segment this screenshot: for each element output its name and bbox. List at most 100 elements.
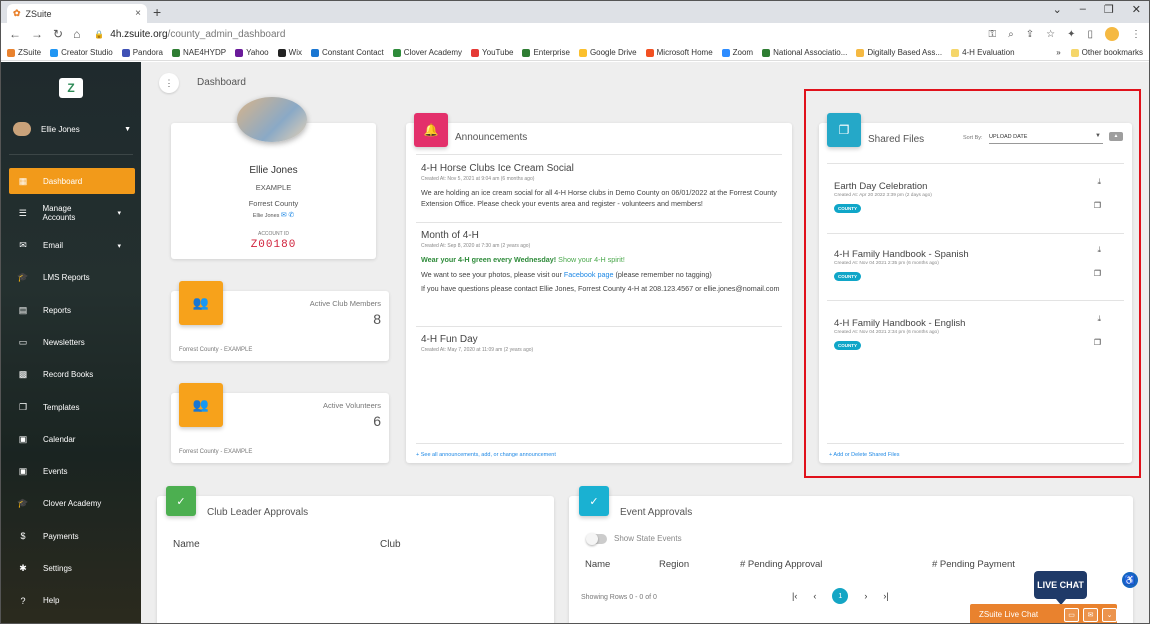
other-bookmarks-folder[interactable]: Other bookmarks — [1070, 48, 1143, 57]
tab-close-icon[interactable]: × — [135, 8, 141, 19]
bookmark-item[interactable]: Yahoo — [235, 48, 269, 57]
bookmark-favicon-icon — [471, 48, 480, 57]
sort-select[interactable]: UPLOAD DATE ▼ — [989, 131, 1103, 144]
bookmark-item[interactable]: Constant Contact — [310, 48, 384, 57]
sidebar-item-calendar[interactable]: ▣ Calendar — [9, 426, 135, 452]
announcement-title: 4-H Fun Day — [421, 334, 478, 345]
url-host: 4h.zsuite.org — [110, 28, 168, 40]
show-state-events-toggle[interactable] — [586, 533, 607, 545]
announcement-item[interactable]: 4-H Horse Clubs Ice Cream Social Created… — [421, 163, 787, 209]
copy-icon[interactable]: ❐ — [1094, 269, 1101, 278]
sidebar-item-events[interactable]: ▣ Events — [9, 459, 135, 485]
chat-bubble-icon[interactable]: ▭ — [1064, 607, 1079, 622]
phone-icon[interactable]: ✆ — [288, 212, 294, 219]
close-window-icon[interactable]: ✕ — [1132, 3, 1141, 16]
user-menu[interactable]: Ellie Jones ▼ — [13, 122, 131, 136]
email-icon[interactable]: ✉ — [281, 212, 287, 219]
bookmark-item[interactable]: Google Drive — [578, 48, 637, 57]
last-page-icon[interactable]: ›| — [883, 591, 888, 601]
live-chat-badge[interactable]: LIVE CHAT — [1034, 571, 1087, 605]
bookmark-item[interactable]: Digitally Based Ass... — [856, 48, 942, 57]
sidebar-item-clover-academy[interactable]: 🎓 Clover Academy — [9, 491, 135, 517]
browser-tab[interactable]: ✿ ZSuite × — [7, 4, 147, 23]
zoom-icon[interactable]: ⌕ — [1008, 29, 1014, 40]
copy-icon[interactable]: ❐ — [1094, 338, 1101, 347]
divider — [827, 233, 1124, 234]
star-icon[interactable]: ☆ — [1046, 29, 1055, 40]
announcement-body: We are holding an ice cream social for a… — [421, 188, 777, 208]
add-delete-shared-files-link[interactable]: + Add or Delete Shared Files — [829, 452, 899, 458]
bookmark-item[interactable]: Wix — [277, 48, 302, 57]
sidebar-item-settings[interactable]: ✱ Settings — [9, 556, 135, 582]
sidebar-item-email[interactable]: ✉ Email ▾ — [9, 233, 135, 259]
profile-avatar[interactable] — [1105, 27, 1119, 41]
divider — [827, 163, 1124, 164]
chevron-down-icon: ▼ — [1095, 133, 1101, 139]
first-page-icon[interactable]: |‹ — [792, 591, 797, 601]
bookmark-item[interactable]: Creator Studio — [50, 48, 113, 57]
folder-icon — [1070, 48, 1079, 57]
bookmark-item[interactable]: Enterprise — [522, 48, 570, 57]
more-menu-icon[interactable]: ⋮ — [1131, 29, 1141, 40]
live-chat-bar[interactable]: ZSuite Live Chat ▭ ✉ ⌄ — [970, 604, 1117, 623]
sidebar-item-manage-accounts[interactable]: ☰ Manage Accounts ▾ — [9, 200, 135, 226]
next-page-icon[interactable]: › — [864, 591, 867, 601]
sidebar-item-reports[interactable]: ▤ Reports — [9, 297, 135, 323]
share-icon[interactable]: ⇪ — [1026, 29, 1034, 40]
restore-icon[interactable]: ❐ — [1104, 3, 1114, 16]
graduation-cap-icon: 🎓 — [17, 272, 29, 283]
menu-toggle-button[interactable]: ⋮ — [159, 73, 179, 93]
bookmark-label: Pandora — [132, 48, 163, 57]
announcement-item[interactable]: 4-H Fun Day Created At: May 7, 2020 at 1… — [421, 334, 787, 353]
sidebar-item-help[interactable]: ? Help — [9, 588, 135, 614]
bookmark-item[interactable]: YouTube — [471, 48, 513, 57]
bookmark-item[interactable]: Pandora — [121, 48, 163, 57]
bookmark-item[interactable]: ZSuite — [7, 48, 41, 57]
reload-icon[interactable]: ↻ — [53, 27, 63, 41]
download-icon[interactable]: ⤓ — [1097, 177, 1101, 187]
download-icon[interactable]: ⤓ — [1097, 245, 1101, 255]
accessibility-icon[interactable]: ♿ — [1122, 572, 1138, 588]
url-field[interactable]: 🔒 4h.zsuite.org/county_admin_dashboard — [94, 29, 285, 40]
bookmark-item[interactable]: Microsoft Home — [645, 48, 713, 57]
forward-icon[interactable]: → — [31, 27, 43, 41]
sidebar-item-templates[interactable]: ❐ Templates — [9, 394, 135, 420]
sidepanel-icon[interactable]: ▯ — [1087, 29, 1093, 40]
see-all-announcements-link[interactable]: + See all announcements, add, or change … — [416, 452, 556, 458]
profile-photo — [237, 97, 307, 142]
shared-file-item[interactable]: 4-H Family Handbook - Spanish Created At… — [834, 245, 1124, 281]
sidebar-item-newsletters[interactable]: ▭ Newsletters — [9, 329, 135, 355]
dashboard-icon: ▦ — [18, 175, 28, 186]
sidebar-item-dashboard[interactable]: ▦ Dashboard — [9, 168, 135, 194]
prev-page-icon[interactable]: ‹ — [813, 591, 816, 601]
mail-icon[interactable]: ✉ — [1083, 607, 1098, 622]
shared-file-item[interactable]: Earth Day Celebration Created At: Apr 20… — [834, 177, 1124, 213]
bookmark-favicon-icon — [578, 48, 587, 57]
copy-icon[interactable]: ❐ — [1094, 201, 1101, 210]
bookmark-item[interactable]: National Associatio... — [762, 48, 847, 57]
key-icon[interactable]: ⚿ — [989, 29, 997, 40]
back-icon[interactable]: ← — [9, 27, 21, 41]
facebook-link[interactable]: Facebook page — [564, 270, 614, 279]
announcement-item[interactable]: Month of 4-H Created At: Sep 8, 2020 at … — [421, 230, 787, 295]
minimize-icon[interactable]: – — [1080, 3, 1086, 16]
bookmark-item[interactable]: 4-H Evaluation — [951, 48, 1015, 57]
sidebar-item-payments[interactable]: $ Payments — [9, 523, 135, 549]
home-icon[interactable]: ⌂ — [73, 27, 80, 41]
bookmark-item[interactable]: Zoom — [721, 48, 753, 57]
calendar-icon: ▣ — [18, 433, 28, 444]
zsuite-logo[interactable]: Z — [59, 78, 83, 98]
bookmark-item[interactable]: Clover Academy — [392, 48, 462, 57]
shared-file-item[interactable]: 4-H Family Handbook - English Created At… — [834, 314, 1124, 350]
tab-search-icon[interactable]: ⌄ — [1053, 3, 1062, 16]
extensions-icon[interactable]: ✦ — [1067, 29, 1075, 40]
sidebar-item-record-books[interactable]: ▩ Record Books — [9, 362, 135, 388]
bookmark-item[interactable]: NAE4HYDP — [171, 48, 226, 57]
sort-direction-button[interactable]: ▲ — [1109, 132, 1123, 141]
chevron-down-icon[interactable]: ⌄ — [1102, 607, 1117, 622]
download-icon[interactable]: ⤓ — [1097, 314, 1101, 324]
current-page[interactable]: 1 — [832, 588, 849, 604]
new-tab-button[interactable]: + — [153, 4, 161, 20]
sidebar-item-lms-reports[interactable]: 🎓 LMS Reports — [9, 265, 135, 291]
bookmarks-more-button[interactable]: » — [1056, 48, 1060, 57]
